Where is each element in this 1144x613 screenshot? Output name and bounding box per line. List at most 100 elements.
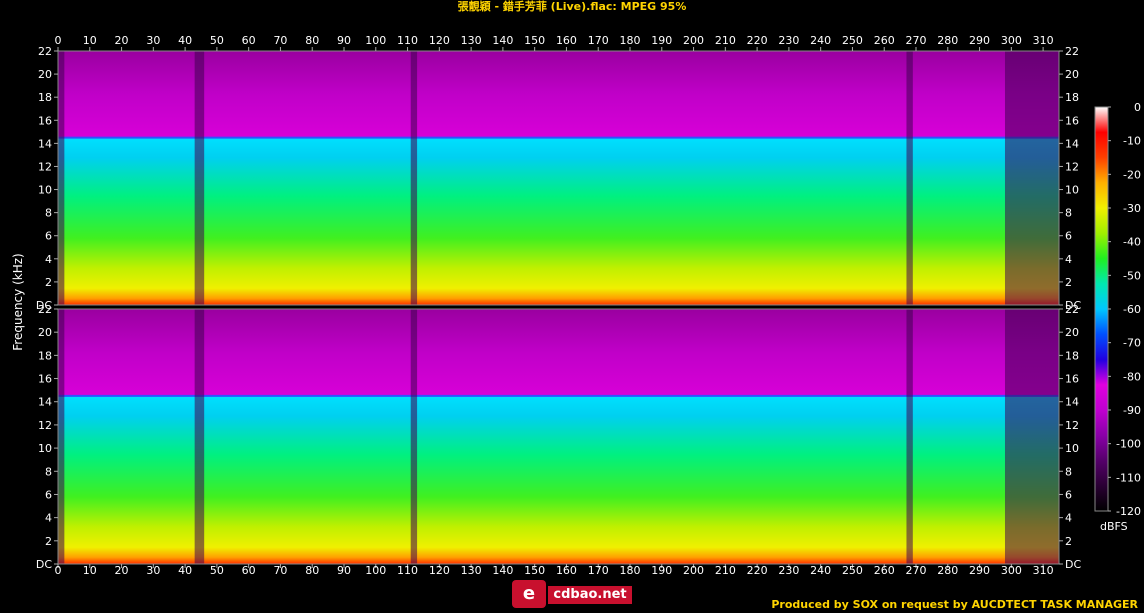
x-tick-label: 100 — [365, 564, 386, 577]
x-tick-label: 270 — [906, 564, 927, 577]
colorbar — [1094, 106, 1109, 512]
x-tick-label: 30 — [146, 34, 160, 47]
y-tick-label: 16 — [1065, 373, 1079, 386]
x-tick-label: 50 — [210, 564, 224, 577]
x-tick-label: 260 — [874, 34, 895, 47]
y-tick-label: 18 — [1065, 349, 1079, 362]
x-tick-label: 300 — [1001, 564, 1022, 577]
x-tick-label: 190 — [651, 34, 672, 47]
y-tick-label: 14 — [1065, 396, 1079, 409]
x-tick-label: 180 — [620, 34, 641, 47]
x-tick-label: 200 — [683, 34, 704, 47]
colorbar-tick-label: -40 — [1123, 236, 1141, 249]
x-tick-label: 240 — [810, 34, 831, 47]
y-tick-label: 14 — [38, 137, 52, 150]
y-tick-label: 22 — [1065, 45, 1079, 58]
x-tick-label: 10 — [83, 34, 97, 47]
x-tick-label: 290 — [969, 564, 990, 577]
y-tick-label: 20 — [38, 68, 52, 81]
x-tick-label: 150 — [524, 34, 545, 47]
y-tick-label: 18 — [1065, 91, 1079, 104]
colorbar-tick-label: -110 — [1116, 471, 1141, 484]
x-tick-label: 140 — [492, 564, 513, 577]
y-tick-label: 6 — [45, 488, 52, 501]
y-tick-label: 2 — [45, 535, 52, 548]
x-tick-label: 300 — [1001, 34, 1022, 47]
colorbar-tick-label: -10 — [1123, 135, 1141, 148]
x-tick-label: 310 — [1033, 34, 1054, 47]
x-tick-label: 90 — [337, 34, 351, 47]
colorbar-tick-label: -80 — [1123, 370, 1141, 383]
x-tick-label: 120 — [429, 34, 450, 47]
y-tick-label: 2 — [1065, 276, 1072, 289]
x-tick-label: 160 — [556, 34, 577, 47]
cutoff-gap-band — [410, 309, 418, 564]
watermark: e cdbao.net — [512, 580, 632, 608]
cdbao-logo-icon: e — [512, 580, 546, 608]
y-tick-label: 2 — [1065, 535, 1072, 548]
colorbar-tick-label: -70 — [1123, 337, 1141, 350]
x-tick-label: 140 — [492, 34, 513, 47]
x-tick-label: 250 — [842, 34, 863, 47]
cutoff-gap-band — [410, 51, 418, 305]
x-tick-label: 20 — [115, 564, 129, 577]
colorbar-tick-label: -100 — [1116, 438, 1141, 451]
x-tick-label: 210 — [715, 34, 736, 47]
y-tick-label: 12 — [38, 160, 52, 173]
y-tick-label: 16 — [38, 114, 52, 127]
y-tick-label: 4 — [1065, 253, 1072, 266]
x-tick-label: 280 — [937, 34, 958, 47]
x-tick-label: 120 — [429, 564, 450, 577]
x-tick-label: 230 — [778, 564, 799, 577]
y-tick-label: 12 — [1065, 160, 1079, 173]
x-tick-label: 80 — [305, 564, 319, 577]
colorbar-tick-label: -60 — [1123, 303, 1141, 316]
x-tick-label: 170 — [588, 564, 609, 577]
y-tick-label: 6 — [1065, 230, 1072, 243]
x-tick-label: 20 — [115, 34, 129, 47]
x-tick-label: 230 — [778, 34, 799, 47]
x-tick-label: 270 — [906, 34, 927, 47]
x-tick-label: 150 — [524, 564, 545, 577]
y-tick-label: 4 — [1065, 512, 1072, 525]
x-tick-label: 0 — [55, 564, 62, 577]
footer-credit: Produced by SOX on request by AUCDTECT T… — [771, 598, 1138, 611]
x-tick-label: 110 — [397, 564, 418, 577]
y-tick-label: 18 — [38, 349, 52, 362]
x-tick-label: 240 — [810, 564, 831, 577]
colorbar-unit: dBFS — [1100, 520, 1128, 533]
y-tick-label: 8 — [1065, 465, 1072, 478]
cutoff-gap-band — [1004, 309, 1059, 564]
cutoff-gap-band — [1004, 51, 1059, 305]
y-tick-label: 20 — [1065, 68, 1079, 81]
x-tick-label: 220 — [747, 564, 768, 577]
x-tick-label: 80 — [305, 34, 319, 47]
y-tick-label: 14 — [1065, 137, 1079, 150]
y-tick-label: 12 — [1065, 419, 1079, 432]
x-tick-label: 60 — [242, 564, 256, 577]
x-tick-label: 40 — [178, 34, 192, 47]
x-tick-label: 260 — [874, 564, 895, 577]
cutoff-gap-band — [58, 51, 65, 305]
x-tick-label: 200 — [683, 564, 704, 577]
y-tick-label: DC — [1065, 558, 1081, 571]
y-tick-label: 22 — [1065, 303, 1079, 316]
cutoff-gap-band — [58, 309, 65, 564]
y-tick-label: 20 — [38, 326, 52, 339]
x-tick-label: 70 — [273, 564, 287, 577]
x-tick-label: 130 — [461, 564, 482, 577]
colorbar-tick-label: -90 — [1123, 404, 1141, 417]
colorbar-tick-label: 0 — [1134, 101, 1141, 114]
y-tick-label: 10 — [1065, 442, 1079, 455]
x-tick-label: 50 — [210, 34, 224, 47]
y-tick-label: 18 — [38, 91, 52, 104]
x-tick-label: 280 — [937, 564, 958, 577]
colorbar-tick-label: -120 — [1116, 505, 1141, 518]
y-tick-label: DC — [36, 558, 52, 571]
x-tick-label: 290 — [969, 34, 990, 47]
x-tick-label: 130 — [461, 34, 482, 47]
x-tick-label: 90 — [337, 564, 351, 577]
y-tick-label: 10 — [1065, 184, 1079, 197]
x-tick-label: 60 — [242, 34, 256, 47]
x-tick-label: 180 — [620, 564, 641, 577]
